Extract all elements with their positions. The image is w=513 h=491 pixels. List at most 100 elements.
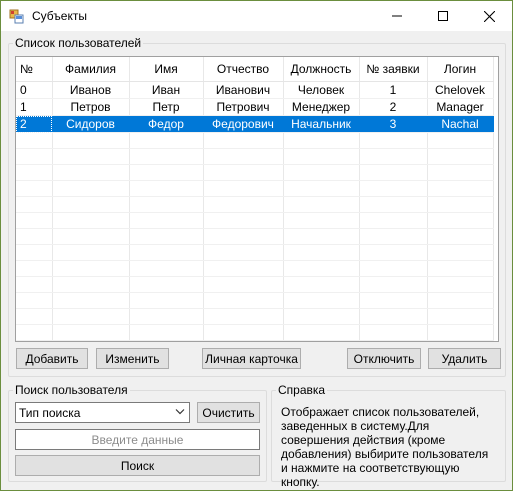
table-cell: Петрович	[203, 98, 284, 116]
empty-table-cell	[16, 212, 53, 229]
table-cell: 2	[359, 98, 428, 116]
empty-table-row	[16, 244, 494, 261]
empty-table-row	[16, 180, 494, 197]
table-cell: Manager	[427, 98, 494, 116]
empty-table-cell	[52, 148, 130, 165]
empty-table-row	[16, 308, 494, 325]
table-cell: Человек	[283, 81, 360, 99]
table-cell: Менеджер	[283, 98, 360, 116]
search-input[interactable]: Введите данные	[15, 429, 260, 450]
column-header-surname[interactable]: Фамилия	[52, 57, 130, 82]
empty-table-row	[16, 228, 494, 245]
clear-button[interactable]: Очистить	[197, 402, 260, 423]
column-header-login[interactable]: Логин	[427, 57, 494, 82]
search-type-dropdown[interactable]: Тип поиска	[15, 402, 190, 423]
empty-table-cell	[203, 196, 284, 213]
column-header-request[interactable]: № заявки	[359, 57, 428, 82]
empty-table-cell	[359, 292, 428, 309]
empty-table-cell	[129, 148, 204, 165]
empty-table-cell	[359, 132, 428, 149]
empty-table-cell	[359, 260, 428, 277]
empty-table-row	[16, 324, 494, 341]
empty-table-cell	[203, 324, 284, 341]
empty-table-cell	[427, 148, 494, 165]
empty-table-cell	[359, 148, 428, 165]
empty-table-cell	[52, 292, 130, 309]
empty-table-cell	[129, 308, 204, 325]
empty-table-cell	[283, 276, 360, 293]
empty-table-cell	[129, 228, 204, 245]
maximize-button[interactable]	[420, 1, 466, 31]
table-header-row: № Фамилия Имя Отчество Должность № заявк…	[16, 57, 494, 82]
empty-table-cell	[16, 148, 53, 165]
empty-table-cell	[359, 164, 428, 181]
empty-table-cell	[283, 132, 360, 149]
empty-table-cell	[129, 132, 204, 149]
disable-button[interactable]: Отключить	[347, 348, 421, 369]
empty-table-cell	[129, 244, 204, 261]
minimize-icon	[392, 15, 402, 17]
table-cell: Chelovek	[427, 81, 494, 99]
empty-table-cell	[283, 180, 360, 197]
title-bar[interactable]: Субъекты	[1, 1, 512, 31]
empty-table-cell	[359, 244, 428, 261]
empty-table-cell	[283, 196, 360, 213]
column-header-number[interactable]: №	[16, 57, 53, 82]
table-row[interactable]: 1 Петров Петр Петрович Менеджер 2 Manage…	[16, 98, 494, 116]
empty-table-row	[16, 164, 494, 181]
close-button[interactable]	[466, 1, 512, 31]
empty-table-cell	[427, 228, 494, 245]
empty-table-cell	[203, 308, 284, 325]
users-table[interactable]: № Фамилия Имя Отчество Должность № заявк…	[15, 56, 499, 342]
empty-table-row	[16, 260, 494, 277]
table-row-selected[interactable]: 2 Сидоров Федор Федорович Начальник 3 Na…	[16, 115, 494, 133]
empty-table-cell	[283, 260, 360, 277]
delete-button[interactable]: Удалить	[428, 348, 501, 369]
empty-table-cell	[203, 148, 284, 165]
column-header-patronymic[interactable]: Отчество	[203, 57, 284, 82]
empty-table-cell	[203, 260, 284, 277]
empty-table-row	[16, 148, 494, 165]
column-header-position[interactable]: Должность	[283, 57, 360, 82]
empty-table-cell	[427, 132, 494, 149]
empty-table-row	[16, 212, 494, 229]
table-cell: Начальник	[283, 115, 360, 133]
empty-table-cell	[16, 132, 53, 149]
empty-table-cell	[52, 276, 130, 293]
empty-table-cell	[427, 276, 494, 293]
empty-table-cell	[359, 196, 428, 213]
minimize-button[interactable]	[374, 1, 420, 31]
empty-table-cell	[283, 324, 360, 341]
table-cell: 1	[16, 98, 53, 116]
chevron-down-icon	[175, 409, 185, 415]
help-group-label: Справка	[276, 383, 328, 397]
personal-card-button[interactable]: Личная карточка	[202, 348, 301, 369]
empty-table-cell	[427, 244, 494, 261]
users-group-label: Список пользователей	[13, 36, 144, 50]
help-text: Отображает список пользователей, заведен…	[281, 405, 489, 489]
search-button[interactable]: Поиск	[15, 455, 260, 476]
empty-table-cell	[203, 276, 284, 293]
empty-table-cell	[427, 292, 494, 309]
search-type-value: Тип поиска	[19, 406, 81, 420]
empty-table-cell	[16, 244, 53, 261]
empty-table-cell	[283, 164, 360, 181]
table-cell: Федорович	[203, 115, 284, 133]
empty-table-cell	[203, 132, 284, 149]
empty-table-cell	[283, 228, 360, 245]
empty-table-cell	[427, 196, 494, 213]
add-button[interactable]: Добавить	[16, 348, 88, 369]
empty-table-cell	[359, 180, 428, 197]
empty-table-cell	[16, 276, 53, 293]
table-row[interactable]: 0 Иванов Иван Иванович Человек 1 Chelove…	[16, 81, 494, 99]
empty-table-cell	[52, 308, 130, 325]
edit-button[interactable]: Изменить	[96, 348, 169, 369]
column-header-name[interactable]: Имя	[129, 57, 204, 82]
close-icon	[483, 10, 495, 22]
empty-table-cell	[129, 276, 204, 293]
empty-table-cell	[283, 212, 360, 229]
empty-table-cell	[427, 164, 494, 181]
empty-table-cell	[16, 196, 53, 213]
table-cell: Петров	[52, 98, 130, 116]
empty-table-cell	[129, 292, 204, 309]
